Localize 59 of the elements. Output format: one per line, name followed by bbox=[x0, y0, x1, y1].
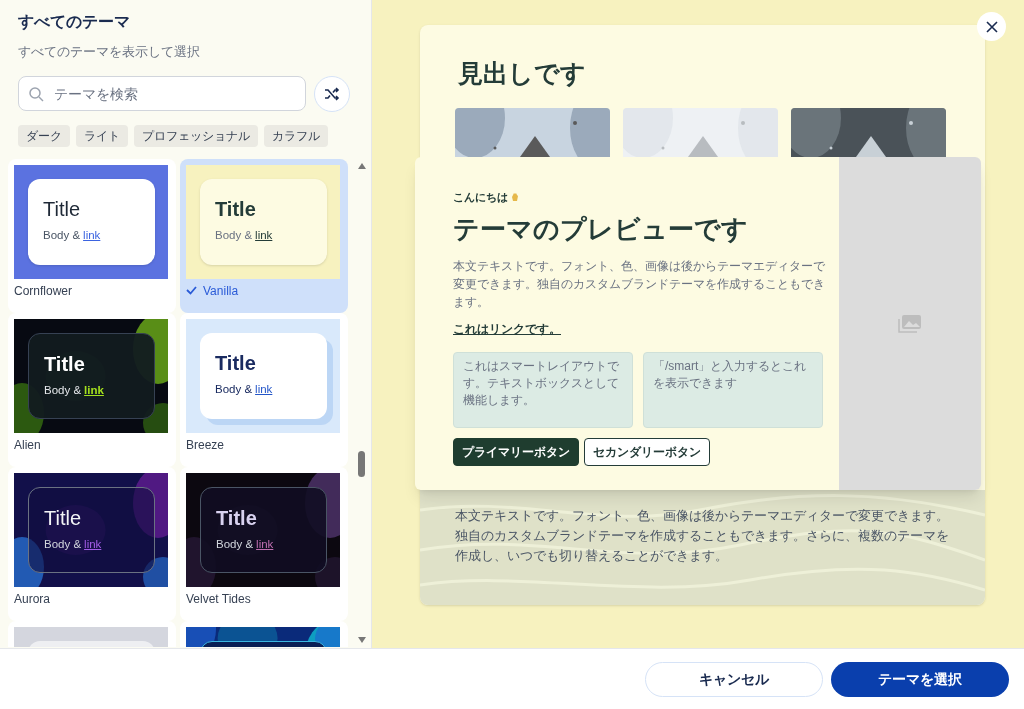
filter-chip[interactable]: ダーク bbox=[18, 124, 70, 147]
preview-link[interactable]: これはリンクです。 bbox=[453, 320, 561, 338]
filter-chip[interactable]: プロフェッショナル bbox=[134, 124, 258, 147]
primary-button[interactable]: プライマリーボタン bbox=[453, 437, 579, 466]
preview-link: link bbox=[84, 536, 102, 552]
theme-tile[interactable]: Title Body & link Velvet Tides bbox=[180, 466, 348, 621]
secondary-button[interactable]: セカンダリーボタン bbox=[584, 437, 710, 466]
preview-link: link bbox=[255, 381, 273, 397]
preview-title: Title bbox=[44, 505, 83, 530]
select-button[interactable]: テーマを選択 bbox=[831, 661, 1009, 697]
card-body-text: 本文テキストです。フォント、色、画像は後からテーマエディターで変更できます。独自のカスタムブランドテーマを作成することもできます。さらに、複数のテーマを作成し、いつでも切り替えることができます。 bbox=[455, 508, 950, 565]
sidebar-title: すべてのテーマ bbox=[18, 12, 131, 32]
theme-name: Cornflower bbox=[14, 282, 73, 300]
greeting-text: こんにちは bbox=[453, 190, 508, 205]
preview-link: link bbox=[83, 227, 101, 243]
scroll-down-icon[interactable] bbox=[358, 636, 366, 643]
preview-link: link bbox=[256, 536, 274, 552]
theme-name: Alien bbox=[14, 436, 41, 454]
selected-theme-tile[interactable]: Title Body & link Vanilla bbox=[180, 158, 348, 313]
preview-title: Title bbox=[44, 351, 86, 376]
preview-body-text: Body & bbox=[215, 227, 253, 243]
image-icon bbox=[898, 313, 922, 334]
theme-tile[interactable]: Title Body & link Aurora bbox=[8, 466, 176, 621]
theme-name: Breeze bbox=[186, 436, 225, 454]
preview-body-text: Body & bbox=[216, 536, 254, 552]
theme-tile[interactable]: Title Body & link Alien bbox=[8, 312, 176, 467]
theme-name: Vanilla bbox=[203, 282, 239, 300]
preview-body-text: Body & bbox=[215, 381, 253, 397]
shuffle-icon bbox=[324, 86, 340, 101]
filter-chip[interactable]: カラフル bbox=[264, 124, 328, 147]
close-icon bbox=[985, 20, 998, 33]
search-icon bbox=[28, 86, 44, 102]
preview-title: Title bbox=[216, 505, 258, 530]
preview-title: Title bbox=[215, 350, 257, 375]
cancel-button[interactable]: キャンセル bbox=[645, 661, 823, 697]
theme-name: Velvet Tides bbox=[186, 590, 251, 608]
preview-title: Title bbox=[43, 196, 82, 221]
filter-chip[interactable]: ライト bbox=[76, 124, 128, 147]
search-field[interactable]: テーマを検索 bbox=[18, 76, 306, 111]
theme-tile[interactable]: Title Body & link Cornflower bbox=[8, 158, 176, 313]
shuffle-button[interactable] bbox=[314, 75, 350, 112]
preview-body-text: 本文テキストです。フォント、色、画像は後からテーマエディターで変更できます。独自のカスタムブランドテーマを作成することもできます。 bbox=[453, 258, 826, 310]
preview-title: Title bbox=[215, 196, 257, 221]
close-button[interactable] bbox=[977, 12, 1006, 41]
preview-body-text: Body & bbox=[43, 227, 81, 243]
preview-body-text: Body & bbox=[44, 382, 82, 398]
scrollbar-thumb[interactable] bbox=[358, 450, 365, 477]
theme-tile[interactable]: Title Body & link Breeze bbox=[180, 312, 348, 467]
smart-layout-box: 「/smart」と入力するとこれを表示できます bbox=[643, 351, 823, 428]
sidebar-subtitle: すべてのテーマを表示して選択 bbox=[18, 43, 201, 61]
scroll-up-icon[interactable] bbox=[358, 162, 366, 169]
preview-link: link bbox=[255, 227, 273, 243]
preview-body-text: Body & bbox=[44, 536, 82, 552]
check-icon bbox=[186, 286, 197, 295]
preview-title: テーマのプレビューです bbox=[453, 212, 749, 246]
theme-name: Aurora bbox=[14, 590, 51, 608]
card-heading: 見出しです bbox=[458, 58, 586, 89]
preview-link: link bbox=[84, 382, 104, 398]
smart-layout-box: これはスマートレイアウトです。テキストボックスとして機能します。 bbox=[453, 351, 633, 428]
